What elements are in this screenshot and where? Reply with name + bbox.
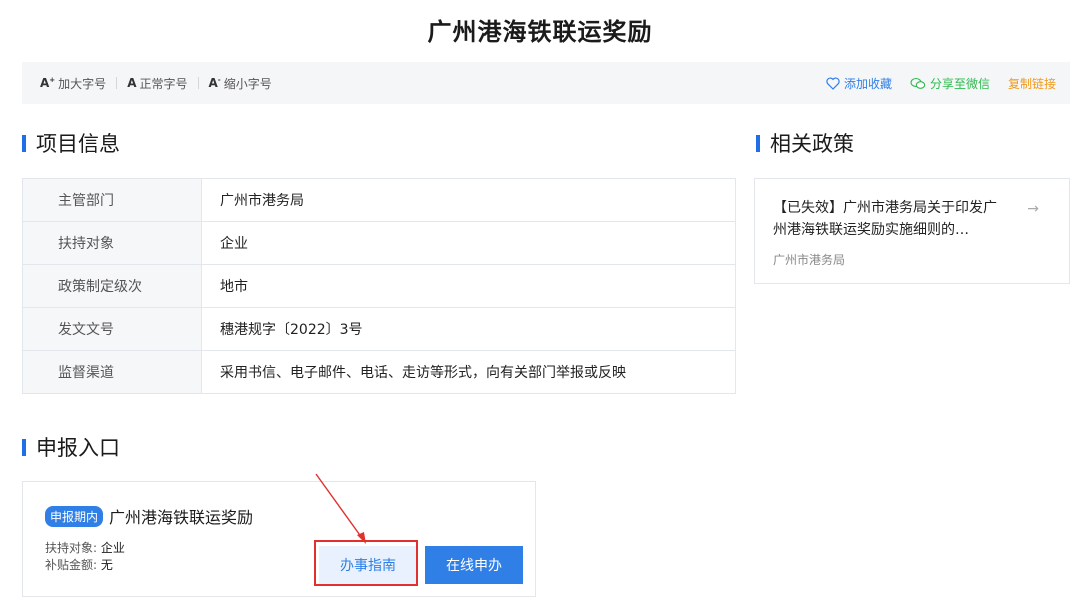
service-guide-button[interactable]: 办事指南 bbox=[319, 546, 417, 584]
font-normal-icon: A bbox=[127, 76, 137, 90]
related-policy-title: 相关政策 bbox=[770, 132, 854, 156]
heading-accent-bar bbox=[22, 438, 26, 456]
table-row: 监督渠道 采用书信、电子邮件、电话、走访等形式，向有关部门举报或反映 bbox=[22, 350, 736, 394]
normal-font-label: 正常字号 bbox=[139, 76, 188, 91]
row-key: 扶持对象 bbox=[22, 221, 202, 265]
policy-source: 广州市港务局 bbox=[773, 253, 846, 267]
heading-accent-bar bbox=[22, 134, 26, 152]
table-row: 发文文号 穗港规字〔2022〕3号 bbox=[22, 307, 736, 351]
subsidy-value: 无 bbox=[100, 558, 113, 572]
heading-accent-bar bbox=[756, 134, 760, 152]
divider bbox=[197, 77, 199, 89]
copy-link-button[interactable]: 复制链接 bbox=[1008, 75, 1056, 92]
font-enlarge-icon: A+ bbox=[40, 76, 56, 90]
add-favorite-button[interactable]: 添加收藏 bbox=[826, 75, 892, 92]
project-info-heading: 项目信息 bbox=[22, 128, 120, 158]
policy-title: 【已失效】广州市港务局关于印发广州港海铁联运奖励实施细则的… bbox=[773, 200, 997, 238]
enlarge-font-label: 加大字号 bbox=[58, 76, 107, 91]
apply-entry-heading: 申报入口 bbox=[22, 432, 120, 462]
apply-card: 申报期内 广州港海铁联运奖励 扶持对象: 企业 补贴金额: 无 办事指南 在线申… bbox=[22, 481, 536, 597]
target-value: 企业 bbox=[100, 541, 125, 555]
shrink-font-label: 缩小字号 bbox=[223, 76, 272, 91]
toolbar: A+ 加大字号 A 正常字号 A- 缩小字号 添加收藏 分享至微信 复制链接 bbox=[22, 62, 1070, 104]
normal-font-button[interactable]: A 正常字号 bbox=[127, 75, 187, 92]
page-title: 广州港海铁联运奖励 bbox=[427, 18, 653, 46]
row-key: 发文文号 bbox=[22, 307, 202, 351]
related-policy-heading: 相关政策 bbox=[756, 128, 854, 158]
row-value: 采用书信、电子邮件、电话、走访等形式，向有关部门举报或反映 bbox=[201, 350, 736, 394]
enlarge-font-button[interactable]: A+ 加大字号 bbox=[40, 75, 106, 92]
font-shrink-icon: A- bbox=[208, 76, 221, 90]
row-key: 主管部门 bbox=[22, 178, 202, 222]
row-key: 监督渠道 bbox=[22, 350, 202, 394]
table-row: 主管部门 广州市港务局 bbox=[22, 178, 736, 222]
project-info-title: 项目信息 bbox=[36, 132, 120, 156]
shrink-font-button[interactable]: A- 缩小字号 bbox=[209, 75, 272, 92]
share-tools: 添加收藏 分享至微信 复制链接 bbox=[826, 75, 1070, 92]
target-label: 扶持对象: bbox=[45, 541, 98, 555]
related-policy-card[interactable]: 【已失效】广州市港务局关于印发广州港海铁联运奖励实施细则的… → 广州市港务局 bbox=[754, 178, 1070, 284]
row-value: 穗港规字〔2022〕3号 bbox=[201, 307, 736, 351]
add-favorite-label: 添加收藏 bbox=[843, 76, 892, 91]
row-value: 广州市港务局 bbox=[201, 178, 736, 222]
table-row: 政策制定级次 地市 bbox=[22, 264, 736, 308]
row-value: 企业 bbox=[201, 221, 736, 265]
project-info-table: 主管部门 广州市港务局 扶持对象 企业 政策制定级次 地市 发文文号 穗港规字〔… bbox=[22, 178, 736, 394]
heart-icon bbox=[826, 76, 840, 90]
wechat-icon bbox=[910, 77, 926, 89]
status-badge: 申报期内 bbox=[45, 505, 104, 527]
arrow-right-icon: → bbox=[1027, 201, 1039, 217]
apply-card-header: 申报期内 广州港海铁联运奖励 bbox=[45, 504, 535, 528]
copy-link-label: 复制链接 bbox=[1007, 76, 1056, 91]
share-wechat-button[interactable]: 分享至微信 bbox=[910, 75, 990, 92]
font-size-tools: A+ 加大字号 A 正常字号 A- 缩小字号 bbox=[22, 75, 272, 92]
share-wechat-label: 分享至微信 bbox=[929, 76, 990, 91]
apply-card-title: 广州港海铁联运奖励 bbox=[109, 508, 254, 527]
apply-online-button[interactable]: 在线申办 bbox=[425, 546, 523, 584]
row-key: 政策制定级次 bbox=[22, 264, 202, 308]
apply-entry-title: 申报入口 bbox=[36, 436, 120, 460]
table-row: 扶持对象 企业 bbox=[22, 221, 736, 265]
divider bbox=[116, 77, 118, 89]
subsidy-label: 补贴金额: bbox=[45, 558, 98, 572]
row-value: 地市 bbox=[201, 264, 736, 308]
